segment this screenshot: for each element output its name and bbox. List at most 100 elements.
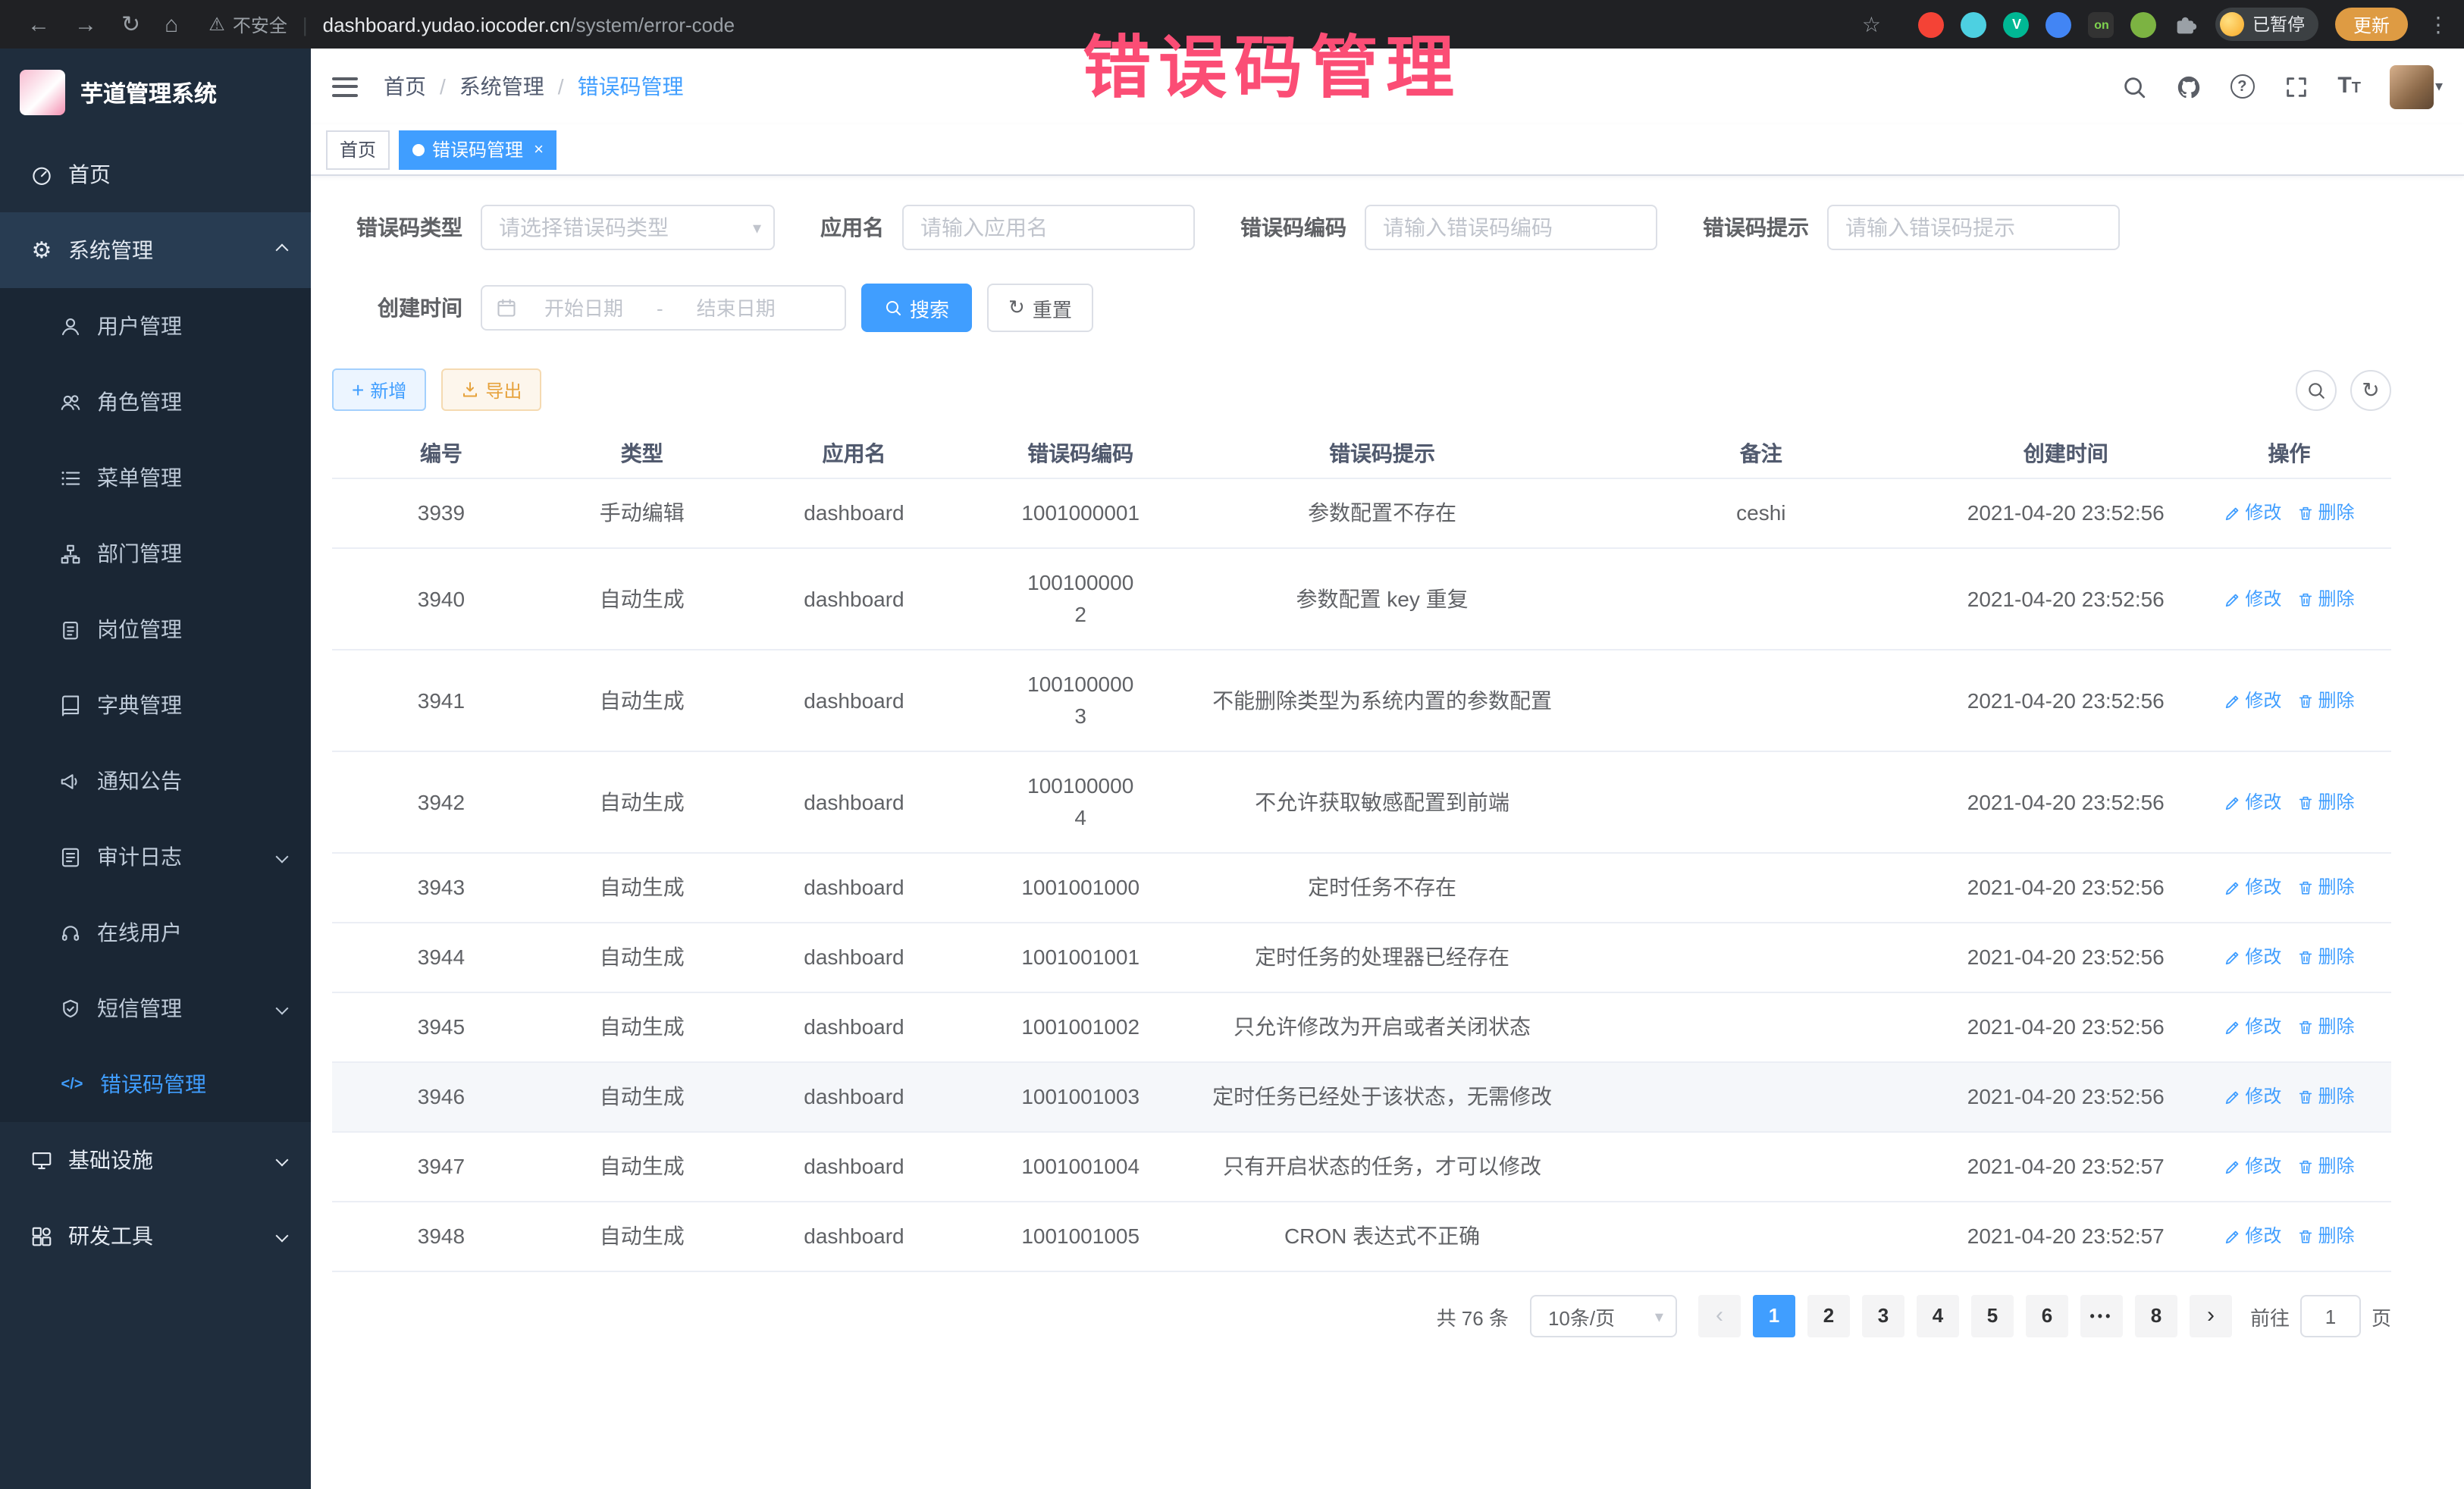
goto-page-input[interactable] (2300, 1295, 2361, 1337)
browser-menu-icon[interactable]: ⋮ (2428, 11, 2449, 37)
export-button[interactable]: 导出 (441, 368, 541, 411)
page-button-1[interactable]: 1 (1753, 1295, 1795, 1337)
sidebar-item-infra[interactable]: 基础设施 (0, 1122, 311, 1198)
delete-link[interactable]: 删除 (2296, 1221, 2354, 1252)
delete-link[interactable]: 删除 (2296, 497, 2354, 529)
add-button[interactable]: + 新增 (332, 368, 426, 411)
page-size-value[interactable] (1530, 1295, 1677, 1337)
type-select[interactable]: ▾ (481, 205, 775, 250)
error-code-input[interactable] (1365, 205, 1657, 250)
more-pages-button[interactable]: ••• (2080, 1295, 2123, 1337)
app-name-input[interactable] (902, 205, 1195, 250)
github-icon[interactable] (2175, 74, 2201, 99)
type-select-input[interactable] (481, 205, 775, 250)
button-label: 导出 (485, 377, 522, 403)
bookmark-star-icon[interactable]: ☆ (1862, 11, 1881, 37)
sidebar-item-sms[interactable]: 短信管理 (0, 970, 311, 1046)
delete-link[interactable]: 删除 (2296, 1151, 2354, 1183)
edit-icon (2224, 692, 2240, 709)
chevron-down-icon (276, 851, 289, 864)
edit-link[interactable]: 修改 (2224, 1151, 2281, 1183)
browser-update-button[interactable]: 更新 (2335, 8, 2408, 41)
home-icon[interactable]: ⌂ (165, 11, 178, 37)
sidebar-item-notice[interactable]: 通知公告 (0, 743, 311, 819)
extensions-puzzle-icon[interactable] (2174, 11, 2199, 37)
font-size-icon[interactable]: TT (2337, 73, 2361, 100)
dashboard-icon (30, 163, 53, 186)
next-page-button[interactable]: › (2190, 1295, 2232, 1337)
sidebar-item-dict[interactable]: 字典管理 (0, 667, 311, 743)
prev-page-button[interactable]: ‹ (1698, 1295, 1741, 1337)
edit-link[interactable]: 修改 (2224, 786, 2281, 818)
extension-icon-blue[interactable] (2046, 11, 2072, 37)
page-size-select[interactable]: ▾ (1530, 1295, 1677, 1337)
megaphone-icon (59, 770, 82, 792)
sidebar-item-devtools[interactable]: 研发工具 (0, 1198, 311, 1274)
edit-link[interactable]: 修改 (2224, 942, 2281, 973)
sidebar-item-departments[interactable]: 部门管理 (0, 516, 311, 591)
profile-paused-chip[interactable]: 已暂停 (2216, 8, 2318, 41)
sidebar-item-roles[interactable]: 角色管理 (0, 364, 311, 440)
page-button-5[interactable]: 5 (1971, 1295, 2014, 1337)
tab-error-code[interactable]: 错误码管理 × (399, 130, 557, 169)
breadcrumb-home[interactable]: 首页 (384, 71, 426, 102)
sidebar-item-home[interactable]: 首页 (0, 136, 311, 212)
edit-link[interactable]: 修改 (2224, 872, 2281, 904)
sidebar-item-posts[interactable]: 岗位管理 (0, 591, 311, 667)
reload-icon[interactable]: ↻ (121, 11, 140, 38)
error-hint-input[interactable] (1827, 205, 2120, 250)
search-icon[interactable] (2121, 74, 2146, 99)
delete-link[interactable]: 删除 (2296, 685, 2354, 716)
edit-icon (2224, 1019, 2240, 1036)
edit-link[interactable]: 修改 (2224, 1081, 2281, 1113)
back-icon[interactable]: ← (27, 11, 50, 37)
sidebar-item-online-users[interactable]: 在线用户 (0, 895, 311, 970)
security-indicator[interactable]: ⚠ 不安全 (208, 11, 287, 37)
end-date-input[interactable] (672, 296, 800, 319)
extension-icon-teal[interactable] (1961, 11, 1987, 37)
sidebar-item-system[interactable]: ⚙ 系统管理 (0, 212, 311, 288)
sidebar-item-audit-log[interactable]: 审计日志 (0, 819, 311, 895)
page-button-8[interactable]: 8 (2135, 1295, 2177, 1337)
url-domain: dashboard.yudao.iocoder.cn (323, 13, 571, 36)
page-button-6[interactable]: 6 (2026, 1295, 2068, 1337)
edit-link[interactable]: 修改 (2224, 1011, 2281, 1043)
edit-link[interactable]: 修改 (2224, 497, 2281, 529)
forward-icon[interactable]: → (74, 11, 97, 37)
sidebar-item-menus[interactable]: 菜单管理 (0, 440, 311, 516)
edit-link[interactable]: 修改 (2224, 583, 2281, 615)
address-bar[interactable]: dashboard.yudao.iocoder.cn/system/error-… (323, 13, 735, 36)
page-button-4[interactable]: 4 (1917, 1295, 1959, 1337)
extension-icon-green-v[interactable]: V (2004, 11, 2030, 37)
toggle-search-button[interactable] (2296, 369, 2337, 410)
edit-link[interactable]: 修改 (2224, 1221, 2281, 1252)
extension-icon-red[interactable] (1919, 11, 1945, 37)
tab-home[interactable]: 首页 (326, 130, 390, 169)
trash-icon (2296, 505, 2313, 522)
chevron-down-icon (276, 1230, 289, 1243)
delete-link[interactable]: 删除 (2296, 1011, 2354, 1043)
start-date-input[interactable] (520, 296, 647, 319)
delete-link[interactable]: 删除 (2296, 1081, 2354, 1113)
extension-icon-on[interactable]: on (2089, 11, 2114, 37)
user-menu[interactable]: ▾ (2390, 64, 2443, 108)
refresh-table-button[interactable]: ↻ (2350, 369, 2391, 410)
delete-link[interactable]: 删除 (2296, 942, 2354, 973)
page-button-2[interactable]: 2 (1807, 1295, 1850, 1337)
close-icon[interactable]: × (534, 140, 544, 158)
page-button-3[interactable]: 3 (1862, 1295, 1904, 1337)
delete-link[interactable]: 删除 (2296, 583, 2354, 615)
edit-link[interactable]: 修改 (2224, 685, 2281, 716)
breadcrumb-system[interactable]: 系统管理 (459, 71, 544, 102)
search-button[interactable]: 搜索 (861, 284, 972, 332)
help-icon[interactable]: ? (2230, 74, 2254, 99)
sidebar-item-error-code[interactable]: </> 错误码管理 (0, 1046, 311, 1122)
fullscreen-icon[interactable] (2283, 74, 2309, 99)
delete-link[interactable]: 删除 (2296, 786, 2354, 818)
collapse-sidebar-icon[interactable] (332, 77, 358, 96)
reset-button[interactable]: ↻ 重置 (987, 284, 1093, 332)
date-range-picker[interactable]: - (481, 285, 846, 331)
extension-icon-leaf[interactable] (2131, 11, 2157, 37)
delete-link[interactable]: 删除 (2296, 872, 2354, 904)
sidebar-item-users[interactable]: 用户管理 (0, 288, 311, 364)
